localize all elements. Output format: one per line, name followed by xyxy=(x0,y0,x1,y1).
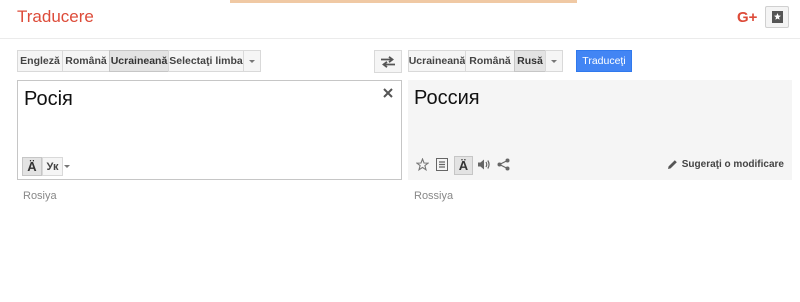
target-lang-dropdown[interactable] xyxy=(545,50,563,72)
target-lang-russian[interactable]: Rusă xyxy=(514,50,546,72)
translation-panel: Россия Ä Sugeraţi o modificare xyxy=(408,80,792,180)
target-lang-ukrainian[interactable]: Ucraineană xyxy=(408,50,466,72)
clear-icon xyxy=(383,88,393,98)
target-lang-romanian[interactable]: Română xyxy=(465,50,515,72)
source-lang-ukrainian[interactable]: Ucraineană xyxy=(109,50,169,72)
source-lang-romanian[interactable]: Română xyxy=(62,50,110,72)
share-icon xyxy=(497,158,509,171)
swap-icon xyxy=(381,55,395,68)
source-text-area[interactable]: Росія Ä Ук xyxy=(17,80,402,180)
top-accent-bar xyxy=(230,0,577,3)
source-lang-english[interactable]: Engleză xyxy=(17,50,63,72)
swap-languages-button[interactable] xyxy=(374,50,402,73)
suggest-edit-label: Sugeraţi o modificare xyxy=(681,159,784,170)
chevron-down-icon xyxy=(551,59,557,63)
app-title: Traducere xyxy=(17,7,94,26)
suggest-edit-link[interactable]: Sugeraţi o modificare xyxy=(667,159,784,170)
font-icon: Ä xyxy=(27,159,37,174)
bookmark-button[interactable] xyxy=(765,6,789,28)
listen-button[interactable] xyxy=(476,157,491,172)
font-icon: Ä xyxy=(458,158,469,173)
source-transliteration: Rosiya xyxy=(23,190,57,202)
bookmark-icon xyxy=(771,11,783,23)
keyboard-button[interactable]: Ук xyxy=(42,157,63,176)
pencil-icon xyxy=(667,160,677,169)
source-lang-select[interactable]: Selectaţi limba xyxy=(168,50,244,72)
share-button[interactable] xyxy=(496,157,510,172)
source-text[interactable]: Росія xyxy=(24,88,73,111)
star-button[interactable] xyxy=(415,157,429,172)
gplus-icon[interactable]: G+ xyxy=(737,9,757,26)
font-toggle-button[interactable]: Ä xyxy=(22,157,42,176)
dictionary-button[interactable] xyxy=(435,157,449,172)
source-lang-dropdown[interactable] xyxy=(243,50,261,72)
speaker-icon xyxy=(477,159,490,170)
keyboard-dropdown[interactable] xyxy=(64,165,70,168)
translation-text: Россия xyxy=(414,87,480,109)
chevron-down-icon xyxy=(64,165,70,168)
chevron-down-icon xyxy=(249,59,255,63)
star-icon xyxy=(415,158,429,171)
translate-button[interactable]: Traduceţi xyxy=(576,50,632,72)
font-toggle-button[interactable]: Ä xyxy=(454,156,473,175)
header-divider xyxy=(0,38,800,39)
target-transliteration: Rossiya xyxy=(414,190,454,202)
clear-button[interactable] xyxy=(381,86,395,100)
list-icon xyxy=(436,158,448,171)
